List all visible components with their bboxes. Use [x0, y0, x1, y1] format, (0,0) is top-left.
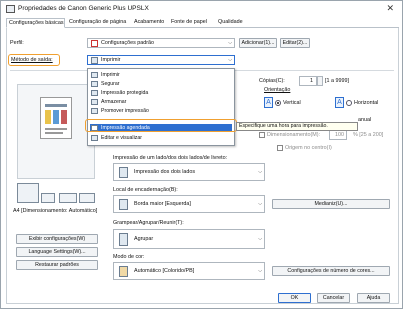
binding-value: Borda maior [Esquerda] [134, 201, 191, 207]
binding-label: Local de encadernação(B): [113, 187, 178, 193]
center-origin-label: Origem no centro(I) [285, 145, 332, 151]
scaling-label: Dimensionamento(M): [267, 132, 321, 138]
stapling-select[interactable]: Agrupar ⌵ [113, 229, 265, 249]
restore-defaults-button[interactable]: Restaurar padrões [16, 260, 98, 270]
language-settings-button[interactable]: Language Settings(W)... [16, 247, 98, 257]
staple-preview-icon[interactable] [79, 193, 95, 203]
margin-button[interactable]: Medianiz(U)... [272, 199, 390, 209]
ok-button[interactable]: OK [278, 293, 311, 303]
print-icon [91, 57, 98, 64]
profile-label: Perfil: [10, 40, 24, 46]
color-count-settings-button[interactable]: Configurações de número de cores... [272, 266, 390, 276]
show-settings-button[interactable]: Exibir configurações(W) [16, 234, 98, 244]
chevron-down-icon: ⌵ [258, 236, 262, 242]
duplex-label: Impressão de um lado/dos dois lados/de l… [113, 155, 228, 161]
collate-icon [119, 233, 128, 246]
portrait-icon: A [264, 97, 273, 108]
printer-app-icon [6, 5, 15, 13]
color-mode-select[interactable]: Automático [Colorido/PB] ⌵ [113, 262, 265, 280]
chevron-down-icon: ⌵ [228, 40, 232, 46]
profile-icon [91, 40, 98, 47]
preview-page [40, 97, 72, 139]
add-profile-button[interactable]: Adicionar(1)... [239, 38, 277, 48]
hold-icon [91, 81, 98, 87]
chevron-down-icon: ⌵ [258, 268, 262, 274]
page-preview [17, 84, 95, 179]
orientation-label: Orientação [264, 87, 291, 93]
copies-range: [1 a 9999] [325, 78, 349, 84]
preview-caption: A4 [Dimensionamento: Automático] [13, 208, 98, 214]
output-method-value: Imprimir [101, 57, 121, 63]
tab-paper-source[interactable]: Fonte de papel [169, 18, 215, 28]
output-method-select[interactable]: Imprimir ⌵ [87, 55, 235, 65]
chevron-down-icon: ⌵ [228, 57, 232, 63]
dropdown-item-label: Armazenar [101, 99, 127, 105]
cancel-button[interactable]: Cancelar [317, 293, 350, 303]
portrait-radio[interactable] [275, 100, 281, 106]
scaling-checkbox[interactable] [259, 132, 265, 138]
output-method-dropdown: Imprimir Segurar Impressão protegida Arm… [87, 68, 235, 146]
scaling-input: 100 [329, 130, 347, 140]
dropdown-item-store[interactable]: Armazenar [90, 98, 232, 106]
stapling-label: Grampear/Agrupar/Reunir(T): [113, 220, 184, 226]
landscape-radio[interactable] [346, 100, 352, 106]
dropdown-item-label: Promover impressão [101, 108, 149, 114]
binding-icon [119, 199, 128, 210]
duplex-icon [119, 167, 128, 178]
tab-finishing[interactable]: Acabamento [132, 18, 168, 28]
chevron-down-icon: ⌵ [258, 169, 262, 175]
scaling-value: 100 [335, 132, 344, 138]
color-mode-label: Modo de cor: [113, 254, 145, 260]
dropdown-item-secured[interactable]: Impressão protegida [90, 89, 232, 97]
lock-icon [91, 90, 98, 96]
copies-label: Cópias(C): [259, 78, 285, 84]
scheduled-highlight [85, 119, 237, 132]
binding-select[interactable]: Borda maior [Esquerda] ⌵ [113, 195, 265, 213]
center-origin-checkbox[interactable] [277, 145, 283, 151]
chevron-down-icon: ⌵ [258, 201, 262, 207]
tooltip: Especifique uma hora para impressão. [236, 122, 358, 131]
edit-profile-button[interactable]: Editar(2)... [280, 38, 310, 48]
profile-select[interactable]: Configurações padrão ⌵ [87, 38, 235, 48]
promote-icon [91, 108, 98, 114]
properties-window: Propriedades de Canon Generic Plus UPSLX… [0, 0, 403, 309]
dropdown-item-hold[interactable]: Segurar [90, 80, 232, 88]
duplex-select[interactable]: Impressão dos dois lados ⌵ [113, 163, 265, 181]
duplex-value: Impressão dos dois lados [134, 169, 196, 175]
manual-label: anual [358, 117, 372, 123]
tab-page-setup[interactable]: Configuração de página [67, 18, 131, 28]
color-icon [119, 266, 128, 277]
edit-preview-icon [91, 135, 98, 141]
title-bar: Propriedades de Canon Generic Plus UPSLX… [1, 1, 402, 16]
preview-layout-icon[interactable] [17, 183, 39, 203]
dropdown-item-label: Segurar [101, 81, 120, 87]
landscape-icon: A [335, 97, 344, 108]
help-button[interactable]: Ajuda [357, 293, 390, 303]
close-icon[interactable]: ✕ [386, 3, 394, 14]
landscape-label: Horizontal [354, 100, 379, 106]
dropdown-item-label: Impressão protegida [101, 90, 149, 96]
copies-spinner[interactable] [317, 76, 323, 86]
dropdown-item-edit-preview[interactable]: Editar e visualizar [90, 134, 232, 142]
dropdown-item-label: Imprimir [101, 72, 120, 78]
dropdown-item-print[interactable]: Imprimir [90, 71, 232, 79]
binding-preview-icon[interactable] [59, 193, 77, 203]
print-icon [91, 72, 98, 78]
tab-basic-settings[interactable]: Configurações básicas [6, 18, 65, 28]
tab-bar: Configurações básicas Configuração de pá… [6, 18, 399, 28]
scaling-unit: % [25 a 200] [353, 132, 384, 138]
store-icon [91, 99, 98, 105]
window-title: Propriedades de Canon Generic Plus UPSLX [18, 5, 149, 12]
color-mode-value: Automático [Colorido/PB] [134, 268, 195, 274]
profile-value: Configurações padrão [101, 40, 155, 46]
stapling-value: Agrupar [134, 236, 154, 242]
duplex-preview-icon[interactable] [41, 193, 55, 203]
portrait-label: Vertical [283, 100, 301, 106]
dropdown-item-promote[interactable]: Promover impressão [90, 107, 232, 115]
copies-input[interactable]: 1 [299, 76, 317, 86]
dropdown-item-label: Editar e visualizar [101, 135, 142, 141]
copies-value: 1 [310, 78, 313, 84]
tab-quality[interactable]: Qualidade [216, 18, 246, 28]
output-method-label: Método de saída: [11, 57, 53, 63]
